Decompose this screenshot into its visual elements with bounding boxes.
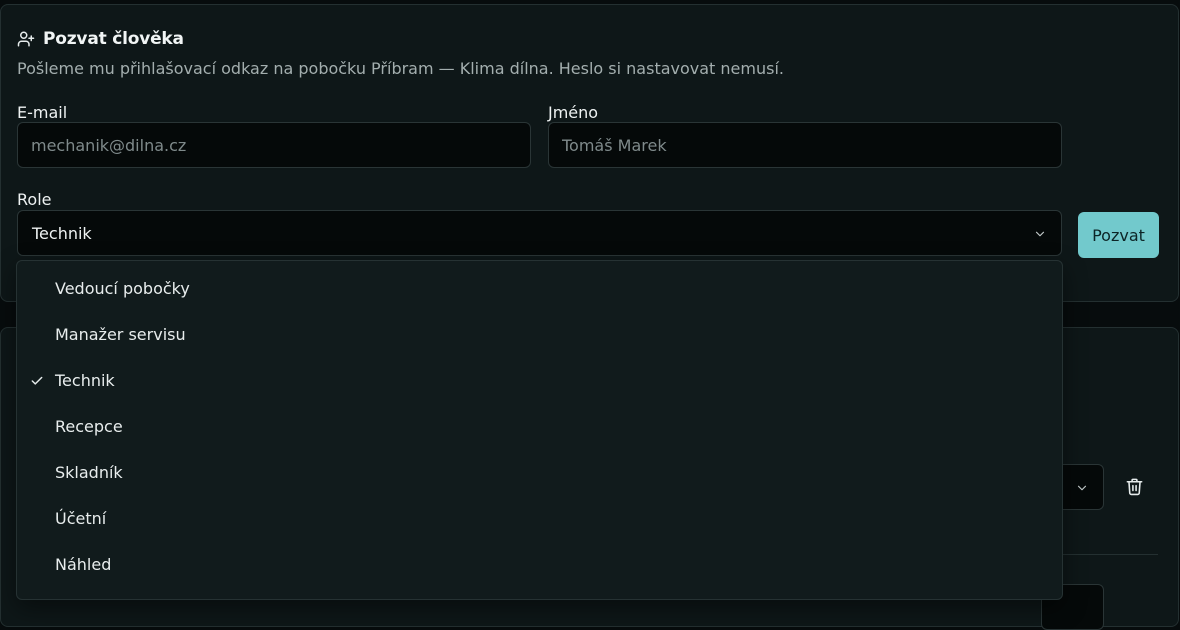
role-option-label: Vedoucí pobočky xyxy=(55,278,190,298)
check-icon xyxy=(30,373,44,392)
role-option[interactable]: Účetní xyxy=(17,498,1062,538)
role-dropdown: Vedoucí pobočky Manažer servisu Technik … xyxy=(16,260,1063,600)
role-option[interactable]: Recepce xyxy=(17,406,1062,446)
role-option-label: Recepce xyxy=(55,416,123,436)
invite-card: Pozvat člověka Pošleme mu přihlašovací o… xyxy=(0,4,1179,302)
invite-title-text: Pozvat člověka xyxy=(43,29,184,49)
role-option-label: Technik xyxy=(55,370,115,390)
name-label: Jméno xyxy=(548,103,599,122)
role-option[interactable]: Skladník xyxy=(17,452,1062,492)
role-option-label: Náhled xyxy=(55,554,112,574)
role-label: Role xyxy=(17,190,52,209)
chevron-down-icon xyxy=(1033,226,1047,245)
invite-title: Pozvat člověka xyxy=(17,29,184,49)
role-option-label: Skladník xyxy=(55,462,123,482)
invite-button[interactable]: Pozvat xyxy=(1078,212,1159,258)
role-option-label: Účetní xyxy=(55,508,107,528)
chevron-down-icon xyxy=(1075,480,1089,499)
name-field[interactable] xyxy=(548,122,1062,168)
role-option[interactable]: Manažer servisu xyxy=(17,314,1062,354)
trash-icon[interactable] xyxy=(1125,477,1144,500)
user-plus-icon xyxy=(17,30,35,48)
role-option-label: Manažer servisu xyxy=(55,324,186,344)
role-select[interactable]: Technik xyxy=(17,210,1062,256)
email-field[interactable] xyxy=(17,122,531,168)
role-option[interactable]: Náhled xyxy=(17,544,1062,584)
invite-description: Pošleme mu přihlašovací odkaz na pobočku… xyxy=(17,59,784,78)
role-select-value: Technik xyxy=(32,223,92,243)
role-option-selected[interactable]: Technik xyxy=(17,360,1062,400)
role-option[interactable]: Vedoucí pobočky xyxy=(17,268,1062,308)
email-label: E-mail xyxy=(17,103,68,122)
